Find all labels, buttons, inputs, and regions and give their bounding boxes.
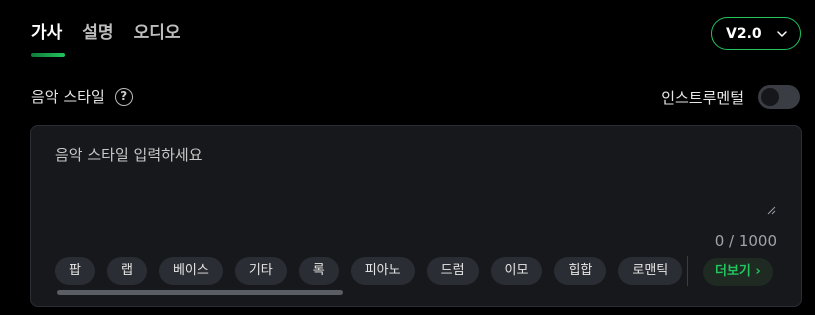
more-button[interactable]: 더보기 › [703,258,773,286]
instrumental-toggle[interactable] [758,85,800,109]
chip-romantic[interactable]: 로맨틱 [618,257,683,285]
chevron-down-icon [777,30,787,37]
instrumental-label: 인스트루멘털 [661,88,744,107]
chip-drum[interactable]: 드럼 [426,257,479,285]
chip-hiphop[interactable]: 힙합 [554,257,607,285]
chip-scrollbar[interactable] [57,290,343,295]
style-chip-list: 팝 랩 베이스 기타 록 피아노 드럼 이모 힙합 로맨틱 [55,257,685,287]
active-tab-indicator [31,53,65,57]
chip-bass[interactable]: 베이스 [158,257,223,285]
character-counter: 0 / 1000 [714,232,777,250]
tab-description[interactable]: 설명 [82,20,113,46]
resize-grip-icon[interactable] [766,205,776,215]
chip-piano[interactable]: 피아노 [350,257,415,285]
music-style-header: 음악 스타일 ? [31,86,133,107]
chip-divider [687,256,688,286]
music-style-panel: 0 / 1000 팝랩 베이스 기타 록 피아노 드럼 이모 힙합 로맨틱 더보기 › [30,125,802,307]
tab-lyrics[interactable]: 가사 [31,20,62,46]
tab-bar: 가사 설명 오디오 [31,20,180,46]
version-select[interactable]: V2.0 [711,17,801,50]
music-style-label: 음악 스타일 [31,88,105,106]
chip-pop[interactable]: 팝 [55,257,95,285]
chip-rock[interactable]: 록 [298,257,339,285]
question-circle-icon[interactable]: ? [114,87,133,106]
chip-rap[interactable]: 랩 [106,257,147,285]
version-label: V2.0 [726,25,762,42]
music-style-input[interactable] [55,144,777,216]
tab-audio[interactable]: 오디오 [134,20,181,46]
chip-guitar[interactable]: 기타 [234,257,287,285]
chip-emo[interactable]: 이모 [490,257,543,285]
instrumental-control: 인스트루멘털 [661,85,800,109]
